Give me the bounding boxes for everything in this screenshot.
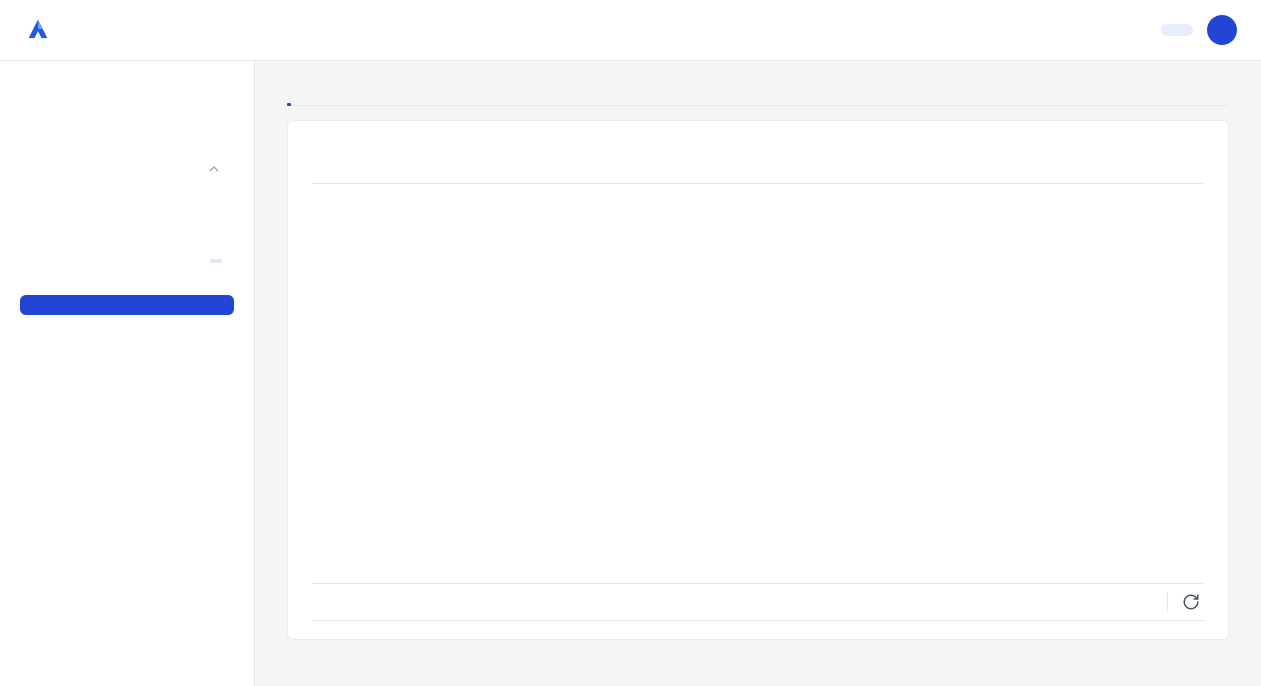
divider (1167, 592, 1168, 612)
chevron-up-icon (206, 161, 222, 177)
sidebar (0, 61, 255, 686)
sidebar-subitem-file-activity[interactable] (20, 249, 234, 273)
col-header-time (312, 163, 499, 184)
beta-badge (210, 259, 222, 263)
sidebar-item-overview[interactable] (20, 85, 234, 105)
sidebar-item-management[interactable] (20, 295, 234, 315)
sidebar-subitem-update[interactable] (20, 189, 234, 209)
user-avatar[interactable] (1207, 15, 1237, 45)
sidebar-subitem-login-activity[interactable] (20, 229, 234, 249)
tab-host-group[interactable] (315, 85, 319, 105)
tab-event-policy[interactable] (371, 85, 375, 105)
sidebar-item-event[interactable] (20, 129, 234, 149)
group-manager-chip[interactable] (1161, 24, 1193, 36)
sidebar-subitem-hyper-backup[interactable] (20, 209, 234, 229)
sidebar-item-protection[interactable] (20, 151, 234, 187)
refresh-icon (1182, 593, 1200, 611)
col-header-location (499, 163, 660, 184)
col-header-ip (856, 163, 1017, 184)
table-footer (312, 583, 1204, 621)
main-content (255, 61, 1261, 686)
login-session-panel (287, 120, 1229, 640)
header-right (1161, 15, 1237, 45)
tab-log[interactable] (399, 85, 403, 105)
tab-account-delegation[interactable] (343, 85, 347, 105)
refresh-button[interactable] (1182, 593, 1200, 611)
brand-mark-icon (24, 16, 52, 44)
sidebar-item-subscription[interactable] (20, 317, 234, 337)
col-header-client (660, 163, 856, 184)
tab-bar (287, 85, 1229, 106)
tab-login-session[interactable] (287, 85, 291, 105)
sidebar-item-report[interactable] (20, 273, 234, 293)
sessions-table (312, 163, 1204, 184)
sidebar-item-host[interactable] (20, 107, 234, 127)
brand-logo[interactable] (24, 16, 62, 44)
col-header-action (1017, 163, 1204, 184)
app-header (0, 0, 1261, 61)
